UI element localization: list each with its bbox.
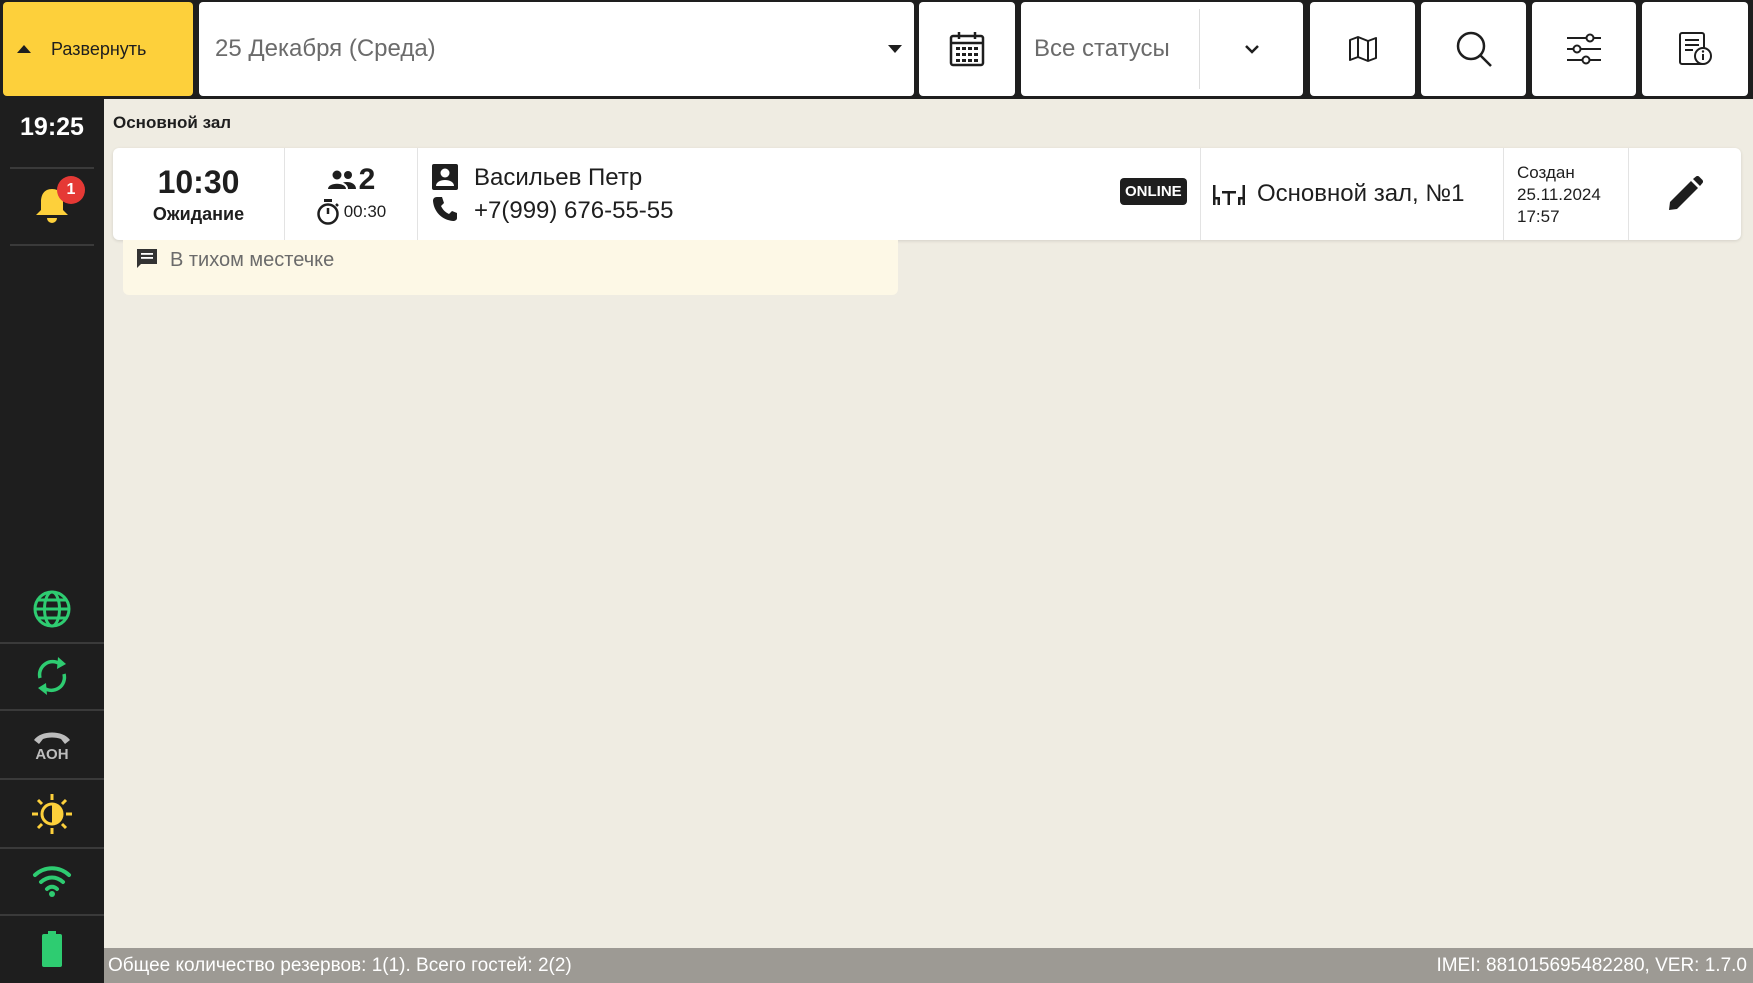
wifi-icon [33, 866, 71, 897]
created-date: 25.11.2024 [1517, 185, 1601, 204]
reservation-time-cell: 10:30 Ожидание [113, 148, 285, 240]
date-value: 25 Декабря (Среда) [215, 35, 436, 62]
divider [0, 642, 104, 644]
battery-icon [42, 931, 62, 967]
guests-cell: 2 00:30 [285, 148, 418, 240]
clock: 19:25 [20, 113, 84, 141]
guest-phone: +7(999) 676-55-55 [474, 197, 674, 224]
status-value: Все статусы [1034, 35, 1170, 62]
expand-button[interactable]: Развернуть [3, 2, 193, 96]
phone-aon-icon [34, 732, 70, 744]
search-icon [1456, 31, 1492, 67]
phone-icon [433, 197, 457, 221]
divider [10, 244, 94, 246]
device-info: IMEI: 881015695482280, VER: 1.7.0 [1436, 955, 1747, 976]
brightness-icon [32, 794, 72, 834]
created-label: Создан [1517, 163, 1575, 182]
status-bar: Общее количество резервов: 1(1). Всего г… [104, 948, 1753, 983]
status-dropdown[interactable]: Все статусы [1021, 2, 1303, 96]
edit-button[interactable] [1629, 148, 1741, 240]
online-button[interactable] [0, 588, 104, 630]
contact-icon [432, 164, 458, 190]
reservation-card[interactable]: 10:30 Ожидание 2 00:30 Васильев Петр +7(… [113, 148, 1741, 240]
aon-button[interactable]: АОН [0, 723, 104, 767]
divider [10, 167, 94, 169]
created-time: 17:57 [1517, 207, 1560, 226]
caret-down-icon [888, 45, 902, 53]
divider [0, 914, 104, 916]
divider [0, 847, 104, 849]
guest-count: 2 [358, 163, 376, 196]
report-info-icon [1679, 32, 1712, 65]
top-toolbar: Развернуть 25 Декабря (Среда) Все статус… [0, 0, 1753, 99]
map-icon [1348, 36, 1377, 62]
reservation-duration: 00:30 [343, 202, 387, 221]
divider [0, 778, 104, 780]
source-badge: ONLINE [1120, 178, 1187, 205]
sync-icon [37, 657, 67, 695]
date-dropdown[interactable]: 25 Декабря (Среда) [199, 2, 914, 96]
filter-button[interactable] [1532, 2, 1636, 96]
battery-status [0, 930, 104, 968]
reservations-summary: Общее количество резервов: 1(1). Всего г… [108, 955, 572, 976]
reservation-comment: В тихом местечке [123, 240, 898, 295]
reservation-time: 10:30 [157, 163, 240, 200]
table-name: Основной зал, №1 [1257, 180, 1465, 207]
expand-button-label: Развернуть [51, 38, 147, 59]
sync-button[interactable] [0, 654, 104, 698]
hall-title: Основной зал [113, 113, 232, 132]
table-icon [1213, 185, 1245, 205]
notifications-badge: 1 [57, 176, 85, 204]
wifi-status [0, 861, 104, 901]
calendar-icon [949, 32, 985, 67]
search-button[interactable] [1421, 2, 1526, 96]
comment-icon [137, 249, 157, 268]
people-icon [327, 170, 356, 189]
comment-text: В тихом местечке [170, 249, 335, 271]
left-sidebar: 19:25 1 АОН [0, 99, 104, 983]
globe-icon [33, 590, 71, 628]
main-area: Основной зал 10:30 Ожидание 2 00:30 Васи… [104, 99, 1753, 948]
report-button[interactable] [1642, 2, 1748, 96]
aon-label: АОН [35, 745, 69, 763]
timer-icon [316, 199, 339, 225]
filter-sliders-icon [1567, 33, 1601, 65]
brightness-button[interactable] [0, 792, 104, 836]
triangle-up-icon [17, 45, 31, 53]
guest-info-cell: Васильев Петр +7(999) 676-55-55 ONLINE [418, 148, 1201, 240]
guest-name: Васильев Петр [474, 164, 643, 191]
pencil-icon [1669, 176, 1703, 210]
table-cell: Основной зал, №1 [1201, 148, 1504, 240]
map-button[interactable] [1310, 2, 1415, 96]
reservation-status: Ожидание [152, 203, 245, 224]
created-cell: Создан 25.11.2024 17:57 [1504, 148, 1629, 240]
calendar-button[interactable] [919, 2, 1015, 96]
chevron-down-icon [1200, 44, 1303, 54]
divider [0, 709, 104, 711]
